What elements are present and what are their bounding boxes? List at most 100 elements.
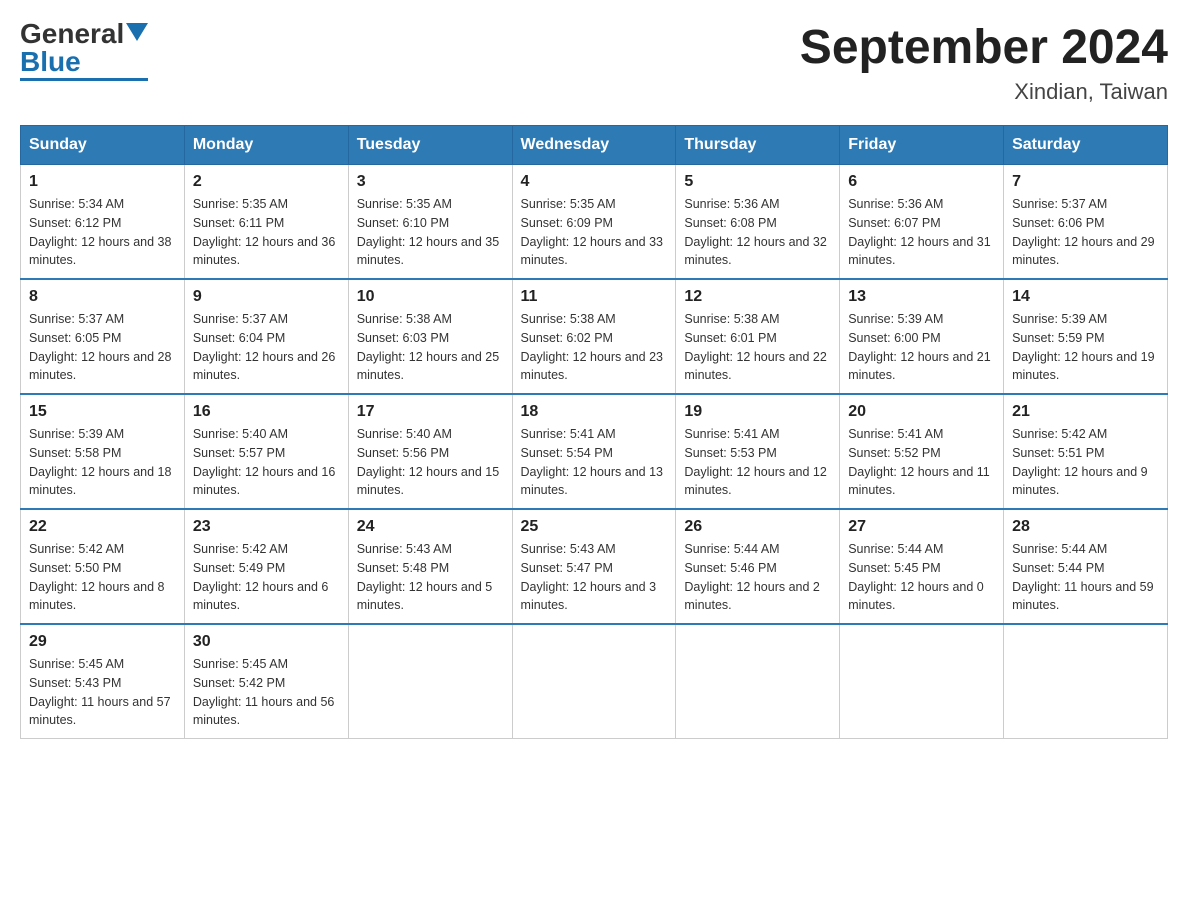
day-info: Sunrise: 5:41 AMSunset: 5:53 PMDaylight:… (684, 425, 831, 500)
calendar-cell: 25Sunrise: 5:43 AMSunset: 5:47 PMDayligh… (512, 509, 676, 624)
day-number: 12 (684, 288, 831, 306)
calendar-week-row: 15Sunrise: 5:39 AMSunset: 5:58 PMDayligh… (21, 394, 1168, 509)
day-info: Sunrise: 5:35 AMSunset: 6:09 PMDaylight:… (521, 195, 668, 270)
calendar-table: Sunday Monday Tuesday Wednesday Thursday… (20, 125, 1168, 739)
day-info: Sunrise: 5:43 AMSunset: 5:48 PMDaylight:… (357, 540, 504, 615)
day-number: 16 (193, 403, 340, 421)
calendar-cell: 26 Sunrise: 5:44 AMSunset: 5:46 PMDayligh… (676, 509, 840, 624)
day-info: Sunrise: 5:42 AMSunset: 5:50 PMDaylight:… (29, 540, 176, 615)
calendar-cell: 15Sunrise: 5:39 AMSunset: 5:58 PMDayligh… (21, 394, 185, 509)
calendar-cell: 10 Sunrise: 5:38 AMSunset: 6:03 PMDayligh… (348, 279, 512, 394)
logo-blue: Blue (20, 48, 81, 76)
day-number: 11 (521, 288, 668, 306)
calendar-cell: 5 Sunrise: 5:36 AMSunset: 6:08 PMDaylight… (676, 165, 840, 280)
day-info: Sunrise: 5:41 AMSunset: 5:54 PMDaylight:… (521, 425, 668, 500)
day-number: 19 (684, 403, 831, 421)
calendar-cell: 8 Sunrise: 5:37 AMSunset: 6:05 PMDaylight… (21, 279, 185, 394)
calendar-cell: 4 Sunrise: 5:35 AMSunset: 6:09 PMDaylight… (512, 165, 676, 280)
calendar-cell (1004, 624, 1168, 739)
col-saturday: Saturday (1004, 126, 1168, 165)
col-thursday: Thursday (676, 126, 840, 165)
day-info: Sunrise: 5:35 AMSunset: 6:10 PMDaylight:… (357, 195, 504, 270)
calendar-cell: 11 Sunrise: 5:38 AMSunset: 6:02 PMDayligh… (512, 279, 676, 394)
day-number: 17 (357, 403, 504, 421)
calendar-cell: 27Sunrise: 5:44 AMSunset: 5:45 PMDayligh… (840, 509, 1004, 624)
day-info: Sunrise: 5:39 AMSunset: 5:58 PMDaylight:… (29, 425, 176, 500)
day-number: 5 (684, 173, 831, 191)
col-tuesday: Tuesday (348, 126, 512, 165)
day-number: 30 (193, 633, 340, 651)
day-number: 1 (29, 173, 176, 191)
calendar-cell: 24 Sunrise: 5:43 AMSunset: 5:48 PMDayligh… (348, 509, 512, 624)
day-number: 7 (1012, 173, 1159, 191)
day-info: Sunrise: 5:38 AMSunset: 6:03 PMDaylight:… (357, 310, 504, 385)
day-info: Sunrise: 5:38 AMSunset: 6:01 PMDaylight:… (684, 310, 831, 385)
day-number: 18 (521, 403, 668, 421)
day-info: Sunrise: 5:37 AMSunset: 6:04 PMDaylight:… (193, 310, 340, 385)
day-number: 4 (521, 173, 668, 191)
day-info: Sunrise: 5:41 AMSunset: 5:52 PMDaylight:… (848, 425, 995, 500)
day-number: 9 (193, 288, 340, 306)
col-monday: Monday (184, 126, 348, 165)
calendar-week-row: 1 Sunrise: 5:34 AMSunset: 6:12 PMDaylight… (21, 165, 1168, 280)
calendar-cell: 16 Sunrise: 5:40 AMSunset: 5:57 PMDayligh… (184, 394, 348, 509)
col-wednesday: Wednesday (512, 126, 676, 165)
calendar-cell: 2Sunrise: 5:35 AMSunset: 6:11 PMDaylight… (184, 165, 348, 280)
calendar-cell: 14 Sunrise: 5:39 AMSunset: 5:59 PMDayligh… (1004, 279, 1168, 394)
day-info: Sunrise: 5:44 AMSunset: 5:46 PMDaylight:… (684, 540, 831, 615)
calendar-cell (512, 624, 676, 739)
calendar-cell: 30 Sunrise: 5:45 AMSunset: 5:42 PMDayligh… (184, 624, 348, 739)
calendar-cell: 21 Sunrise: 5:42 AMSunset: 5:51 PMDayligh… (1004, 394, 1168, 509)
calendar-cell: 19 Sunrise: 5:41 AMSunset: 5:53 PMDayligh… (676, 394, 840, 509)
day-number: 6 (848, 173, 995, 191)
location-label: Xindian, Taiwan (800, 79, 1168, 105)
calendar-week-row: 8 Sunrise: 5:37 AMSunset: 6:05 PMDaylight… (21, 279, 1168, 394)
day-number: 14 (1012, 288, 1159, 306)
day-number: 26 (684, 518, 831, 536)
day-info: Sunrise: 5:39 AMSunset: 5:59 PMDaylight:… (1012, 310, 1159, 385)
day-number: 20 (848, 403, 995, 421)
calendar-cell: 9 Sunrise: 5:37 AMSunset: 6:04 PMDaylight… (184, 279, 348, 394)
day-info: Sunrise: 5:42 AMSunset: 5:49 PMDaylight:… (193, 540, 340, 615)
day-info: Sunrise: 5:43 AMSunset: 5:47 PMDaylight:… (521, 540, 668, 615)
day-number: 24 (357, 518, 504, 536)
calendar-cell (840, 624, 1004, 739)
calendar-cell: 1 Sunrise: 5:34 AMSunset: 6:12 PMDaylight… (21, 165, 185, 280)
title-section: September 2024 Xindian, Taiwan (800, 20, 1168, 105)
day-number: 8 (29, 288, 176, 306)
calendar-cell: 17 Sunrise: 5:40 AMSunset: 5:56 PMDayligh… (348, 394, 512, 509)
day-info: Sunrise: 5:40 AMSunset: 5:56 PMDaylight:… (357, 425, 504, 500)
calendar-cell: 18 Sunrise: 5:41 AMSunset: 5:54 PMDayligh… (512, 394, 676, 509)
calendar-cell: 23 Sunrise: 5:42 AMSunset: 5:49 PMDayligh… (184, 509, 348, 624)
logo-general: General (20, 20, 124, 48)
day-number: 22 (29, 518, 176, 536)
calendar-cell: 6 Sunrise: 5:36 AMSunset: 6:07 PMDaylight… (840, 165, 1004, 280)
col-sunday: Sunday (21, 126, 185, 165)
calendar-cell: 12 Sunrise: 5:38 AMSunset: 6:01 PMDayligh… (676, 279, 840, 394)
day-info: Sunrise: 5:38 AMSunset: 6:02 PMDaylight:… (521, 310, 668, 385)
day-number: 3 (357, 173, 504, 191)
calendar-cell (348, 624, 512, 739)
month-year-title: September 2024 (800, 20, 1168, 75)
day-info: Sunrise: 5:44 AMSunset: 5:44 PMDaylight:… (1012, 540, 1159, 615)
day-number: 10 (357, 288, 504, 306)
day-info: Sunrise: 5:40 AMSunset: 5:57 PMDaylight:… (193, 425, 340, 500)
calendar-cell: 29Sunrise: 5:45 AMSunset: 5:43 PMDayligh… (21, 624, 185, 739)
day-info: Sunrise: 5:36 AMSunset: 6:08 PMDaylight:… (684, 195, 831, 270)
calendar-cell: 3 Sunrise: 5:35 AMSunset: 6:10 PMDaylight… (348, 165, 512, 280)
calendar-cell: 13Sunrise: 5:39 AMSunset: 6:00 PMDayligh… (840, 279, 1004, 394)
col-friday: Friday (840, 126, 1004, 165)
day-info: Sunrise: 5:36 AMSunset: 6:07 PMDaylight:… (848, 195, 995, 270)
header-row: Sunday Monday Tuesday Wednesday Thursday… (21, 126, 1168, 165)
day-info: Sunrise: 5:35 AMSunset: 6:11 PMDaylight:… (193, 195, 340, 270)
calendar-cell: 20 Sunrise: 5:41 AMSunset: 5:52 PMDayligh… (840, 394, 1004, 509)
day-number: 23 (193, 518, 340, 536)
day-info: Sunrise: 5:45 AMSunset: 5:42 PMDaylight:… (193, 655, 340, 730)
day-number: 27 (848, 518, 995, 536)
day-number: 21 (1012, 403, 1159, 421)
day-info: Sunrise: 5:34 AMSunset: 6:12 PMDaylight:… (29, 195, 176, 270)
day-info: Sunrise: 5:37 AMSunset: 6:06 PMDaylight:… (1012, 195, 1159, 270)
day-info: Sunrise: 5:42 AMSunset: 5:51 PMDaylight:… (1012, 425, 1159, 500)
day-info: Sunrise: 5:45 AMSunset: 5:43 PMDaylight:… (29, 655, 176, 730)
day-info: Sunrise: 5:37 AMSunset: 6:05 PMDaylight:… (29, 310, 176, 385)
